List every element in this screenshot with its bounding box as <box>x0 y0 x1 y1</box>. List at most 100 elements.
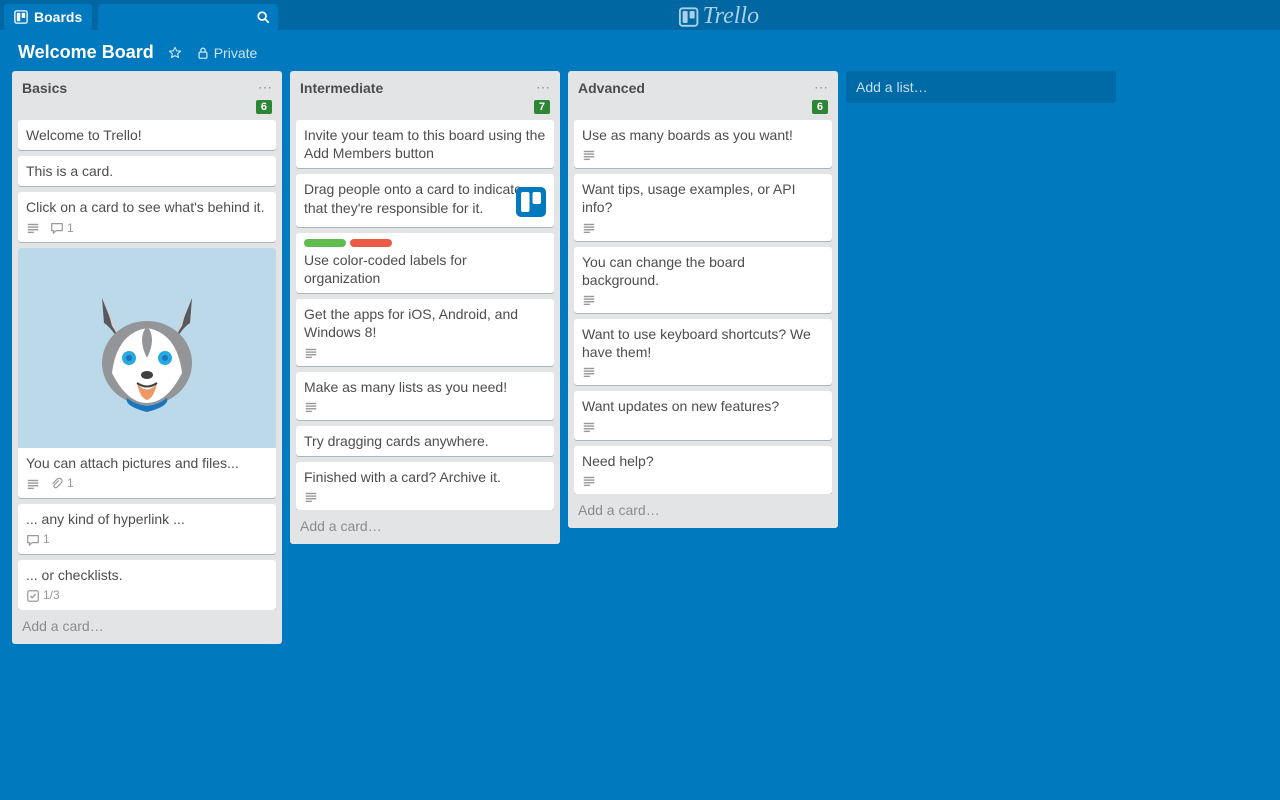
card[interactable]: Want to use keyboard shortcuts? We have … <box>574 319 832 385</box>
search-input[interactable] <box>98 4 278 31</box>
star-icon <box>168 46 182 60</box>
star-button[interactable] <box>168 46 182 60</box>
card[interactable]: Drag people onto a card to indicate that… <box>296 174 554 226</box>
board-icon <box>679 7 699 27</box>
description-icon <box>304 346 318 360</box>
card-text: Welcome to Trello! <box>26 126 268 144</box>
description-icon <box>582 293 596 307</box>
card-text: You can attach pictures and files... <box>26 454 268 472</box>
comments-badge: 1 <box>26 532 50 548</box>
list: Advanced ⋯ 6 Use as many boards as you w… <box>568 71 838 528</box>
card-text: Want tips, usage examples, or API info? <box>582 180 824 216</box>
board-canvas[interactable]: Basics ⋯ 6 Welcome to Trello! This is a c… <box>0 71 1280 797</box>
card[interactable]: You can change the board background. <box>574 247 832 313</box>
brand-label: Trello <box>703 3 759 30</box>
list-header: Basics ⋯ <box>12 71 282 100</box>
card[interactable]: Get the apps for iOS, Android, and Windo… <box>296 299 554 365</box>
card-text: Use as many boards as you want! <box>582 126 824 144</box>
list-title[interactable]: Advanced <box>578 80 645 96</box>
add-card-button[interactable]: Add a card… <box>290 510 560 544</box>
card-text: Click on a card to see what's behind it. <box>26 198 268 216</box>
board-title[interactable]: Welcome Board <box>18 42 154 63</box>
list-title[interactable]: Intermediate <box>300 80 383 96</box>
board-header: Welcome Board Private <box>0 30 1280 71</box>
card[interactable]: Want tips, usage examples, or API info? <box>574 174 832 240</box>
card-text: Want updates on new features? <box>582 397 824 415</box>
description-icon <box>582 474 596 488</box>
list-menu-button[interactable]: ⋯ <box>814 79 828 96</box>
description-icon <box>26 221 40 235</box>
description-icon <box>582 420 596 434</box>
card[interactable]: Use color-coded labels for organization <box>296 233 554 293</box>
checklist-badge: 1/3 <box>26 588 60 604</box>
card[interactable]: You can attach pictures and files... 1 <box>18 248 276 498</box>
member-avatar[interactable] <box>516 187 546 221</box>
board-icon <box>14 10 28 24</box>
card-text: Invite your team to this board using the… <box>304 126 546 162</box>
card[interactable]: Use as many boards as you want! <box>574 120 832 168</box>
list: Basics ⋯ 6 Welcome to Trello! This is a c… <box>12 71 282 644</box>
boards-button-label: Boards <box>34 9 82 25</box>
card-text: Make as many lists as you need! <box>304 378 546 396</box>
attachments-badge: 1 <box>50 476 74 492</box>
cards-container: Invite your team to this board using the… <box>290 120 560 510</box>
card[interactable]: ... or checklists. 1/3 <box>18 560 276 610</box>
boards-button[interactable]: Boards <box>4 4 92 30</box>
description-icon <box>26 477 40 491</box>
card-label[interactable] <box>304 239 346 247</box>
card-text: This is a card. <box>26 162 268 180</box>
visibility-button[interactable]: Private <box>196 45 258 61</box>
card-labels <box>304 239 546 247</box>
search-icon <box>256 8 270 26</box>
list-menu-button[interactable]: ⋯ <box>258 79 272 96</box>
card-badges <box>582 474 824 488</box>
card-text: Use color-coded labels for organization <box>304 251 546 287</box>
card-text: Want to use keyboard shortcuts? We have … <box>582 325 824 361</box>
add-card-button[interactable]: Add a card… <box>568 494 838 528</box>
card-text: ... or checklists. <box>26 566 268 584</box>
description-icon <box>582 365 596 379</box>
card[interactable]: Welcome to Trello! <box>18 120 276 150</box>
card-text: Drag people onto a card to indicate that… <box>304 180 546 216</box>
description-icon <box>304 400 318 414</box>
card-text: Try dragging cards anywhere. <box>304 432 546 450</box>
card-badges <box>582 293 824 307</box>
card-text: Get the apps for iOS, Android, and Windo… <box>304 305 546 341</box>
card-text: You can change the board background. <box>582 253 824 289</box>
list-count-badge: 7 <box>534 100 550 114</box>
comments-badge: 1 <box>50 221 74 237</box>
trello-logo[interactable]: Trello <box>679 3 759 30</box>
card[interactable]: Try dragging cards anywhere. <box>296 426 554 456</box>
card[interactable]: ... any kind of hyperlink ...1 <box>18 504 276 554</box>
list-title[interactable]: Basics <box>22 80 67 96</box>
add-list-button[interactable]: Add a list… <box>846 71 1116 103</box>
card-text: Finished with a card? Archive it. <box>304 468 546 486</box>
card-badges: 1 <box>26 476 268 492</box>
card-label[interactable] <box>350 239 392 247</box>
list-count-badge: 6 <box>256 100 272 114</box>
card-text: Need help? <box>582 452 824 470</box>
card-badges: 1/3 <box>26 588 268 604</box>
card[interactable]: Make as many lists as you need! <box>296 372 554 420</box>
card[interactable]: Invite your team to this board using the… <box>296 120 554 168</box>
list-header: Advanced ⋯ <box>568 71 838 100</box>
description-icon <box>582 148 596 162</box>
card-badges: 1 <box>26 221 268 237</box>
add-card-button[interactable]: Add a card… <box>12 610 282 644</box>
card-cover <box>18 248 276 448</box>
card[interactable]: Need help? <box>574 446 832 494</box>
card[interactable]: Want updates on new features? <box>574 391 832 439</box>
card[interactable]: Finished with a card? Archive it. <box>296 462 554 510</box>
list-header: Intermediate ⋯ <box>290 71 560 100</box>
list-count-badge: 6 <box>812 100 828 114</box>
description-icon <box>582 221 596 235</box>
card[interactable]: This is a card. <box>18 156 276 186</box>
cards-container: Welcome to Trello! This is a card. Click o… <box>12 120 282 610</box>
topbar: Boards Trello <box>0 0 1280 30</box>
card-badges <box>304 346 546 360</box>
description-icon <box>304 490 318 504</box>
lock-icon <box>196 46 210 60</box>
list-menu-button[interactable]: ⋯ <box>536 79 550 96</box>
card[interactable]: Click on a card to see what's behind it.… <box>18 192 276 242</box>
card-badges: 1 <box>26 532 268 548</box>
